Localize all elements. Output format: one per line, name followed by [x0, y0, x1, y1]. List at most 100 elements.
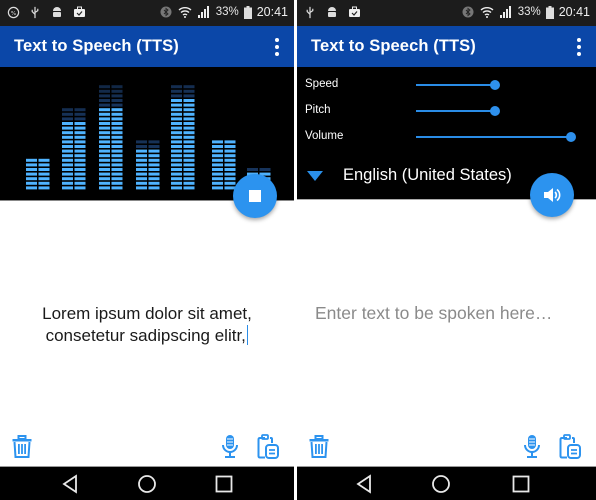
pitch-slider[interactable]: [416, 101, 596, 121]
clear-text-button[interactable]: [305, 432, 333, 462]
equalizer-segment: [74, 117, 86, 121]
home-icon: [138, 475, 156, 493]
equalizer-segment: [111, 140, 123, 144]
equalizer-segment: [111, 112, 123, 116]
recents-button[interactable]: [213, 473, 235, 495]
equalizer-segment: [212, 163, 223, 167]
equalizer-segment: [183, 149, 195, 153]
equalizer-segment: [171, 181, 182, 185]
equalizer-segment: [111, 85, 123, 89]
volume-setting: Volume: [297, 127, 596, 147]
text-line: consetetur sadipscing elitr,: [45, 326, 246, 345]
stop-button[interactable]: [233, 174, 277, 218]
equalizer-segment: [148, 145, 160, 148]
equalizer-segment: [74, 172, 86, 176]
equalizer-segment: [99, 149, 110, 153]
battery-percent: 33%: [517, 6, 541, 18]
equalizer-segment: [74, 112, 86, 116]
equalizer-segment: [183, 172, 195, 176]
equalizer-segment: [171, 168, 182, 171]
clear-text-button[interactable]: [8, 432, 36, 462]
status-bar: 33% 20:41: [297, 0, 596, 26]
equalizer-segment: [99, 117, 110, 121]
equalizer-segment: [136, 172, 147, 176]
equalizer-segment: [183, 131, 195, 135]
slider-thumb[interactable]: [490, 80, 500, 90]
equalizer-segment: [111, 145, 123, 148]
equalizer-segment: [183, 158, 195, 162]
speed-slider[interactable]: [416, 75, 596, 95]
equalizer-segment: [62, 181, 73, 185]
equalizer-segment: [26, 158, 37, 162]
equalizer-segment: [212, 172, 223, 176]
equalizer-segment: [26, 168, 37, 171]
home-button[interactable]: [136, 473, 158, 495]
voice-input-button[interactable]: [216, 432, 244, 462]
more-vert-icon-dot: [577, 45, 581, 49]
work-briefcase-icon: [347, 5, 361, 19]
back-button[interactable]: [353, 473, 375, 495]
equalizer-segment: [62, 186, 73, 190]
equalizer-segment: [183, 117, 195, 121]
text-input[interactable]: Enter text to be spoken here…: [297, 290, 596, 336]
equalizer-segment: [111, 158, 123, 162]
speak-button[interactable]: [530, 173, 574, 217]
equalizer-segment: [247, 168, 258, 171]
slider-thumb[interactable]: [566, 132, 576, 142]
work-briefcase-icon: [72, 5, 86, 19]
equalizer-segment: [62, 149, 73, 153]
more-options-button[interactable]: [572, 36, 586, 58]
more-vert-icon-dot: [275, 45, 279, 49]
equalizer-segment: [224, 168, 236, 171]
equalizer-segment: [171, 172, 182, 176]
navigation-bar: [297, 466, 596, 500]
equalizer-segment: [183, 108, 195, 112]
equalizer-bar: [26, 158, 50, 190]
more-options-button[interactable]: [270, 36, 284, 58]
speed-label: Speed: [305, 78, 339, 90]
equalizer-segment: [74, 181, 86, 185]
back-button[interactable]: [59, 473, 81, 495]
equalizer-segment: [62, 135, 73, 139]
paste-button[interactable]: [254, 432, 282, 462]
equalizer-segment: [171, 99, 182, 102]
equalizer-segment: [171, 154, 182, 158]
equalizer-bar: [99, 85, 123, 190]
slider-thumb[interactable]: [490, 106, 500, 116]
equalizer-segment: [26, 181, 37, 185]
volume-up-icon: [544, 188, 561, 202]
equalizer-segment: [224, 181, 236, 185]
equalizer-segment: [183, 154, 195, 158]
bottom-toolbar: [297, 432, 596, 464]
equalizer-segment: [183, 99, 195, 102]
paste-button[interactable]: [556, 432, 584, 462]
equalizer-segment: [99, 122, 110, 125]
mic-icon: [222, 435, 238, 458]
app-title: Text to Speech (TTS): [14, 37, 179, 55]
svg-text:%: %: [10, 10, 15, 16]
equalizer-segment: [183, 112, 195, 116]
equalizer-segment: [224, 163, 236, 167]
equalizer-segment: [183, 94, 195, 98]
volume-slider[interactable]: [416, 127, 596, 147]
recents-button[interactable]: [510, 473, 532, 495]
home-button[interactable]: [430, 473, 452, 495]
equalizer-segment: [74, 135, 86, 139]
equalizer-segment: [171, 126, 182, 130]
text-input[interactable]: Lorem ipsum dolor sit amet, consetetur s…: [0, 230, 294, 420]
voice-input-button[interactable]: [518, 432, 546, 462]
bluetooth-icon: [159, 5, 173, 19]
equalizer-segment: [111, 131, 123, 135]
battery-charging-icon: [545, 5, 554, 19]
equalizer-segment: [171, 108, 182, 112]
equalizer-segment: [74, 163, 86, 167]
battery-percent: 33%: [215, 6, 239, 18]
equalizer-segment: [38, 158, 50, 162]
equalizer-segment: [99, 163, 110, 167]
bottom-toolbar: [0, 432, 294, 464]
equalizer-segment: [74, 158, 86, 162]
equalizer-segment: [183, 163, 195, 167]
equalizer-segment: [224, 177, 236, 181]
app-bar: Text to Speech (TTS): [0, 26, 294, 67]
trash-icon: [309, 435, 329, 458]
